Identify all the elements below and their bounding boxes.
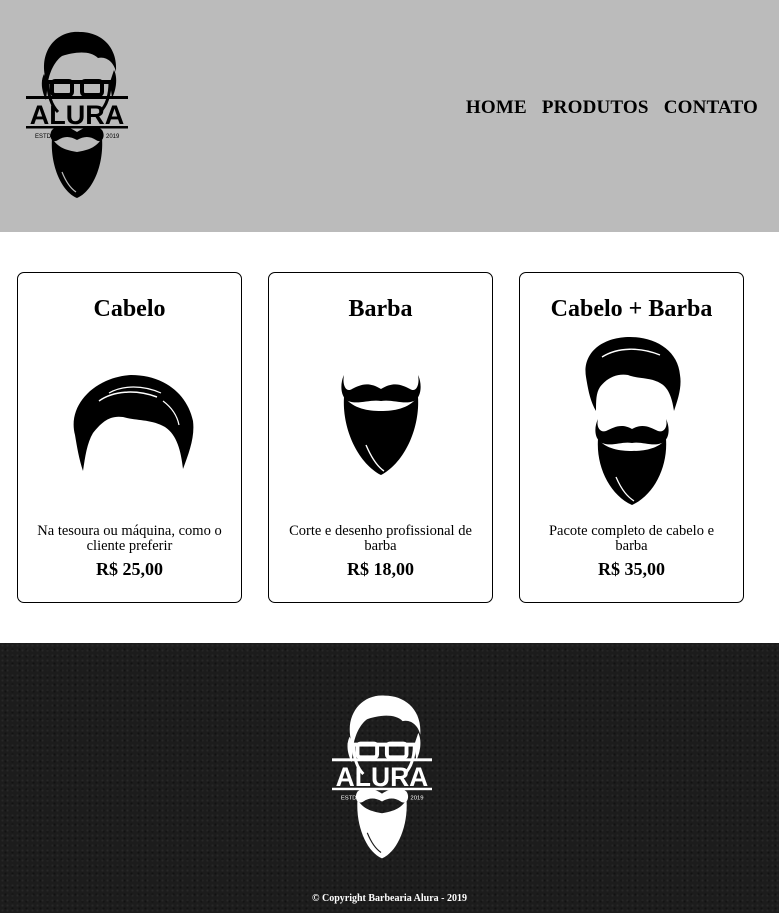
beard-icon <box>269 367 492 477</box>
svg-text:ESTD: ESTD <box>341 796 357 802</box>
svg-text:2019: 2019 <box>106 134 120 140</box>
product-price: R$ 25,00 <box>96 559 163 579</box>
nav-contato-link[interactable]: CONTATO <box>664 98 758 118</box>
product-description: Na tesoura ou máquina, como o cliente pr… <box>37 523 222 554</box>
hair-and-beard-icon <box>520 335 743 507</box>
svg-text:ESTD: ESTD <box>35 134 52 140</box>
main-nav: HOME PRODUTOS CONTATO <box>466 98 758 118</box>
svg-text:2019: 2019 <box>410 796 423 802</box>
site-header: ALURA ESTD 2019 HOME PRODUTOS CONTATO <box>0 0 779 232</box>
product-description: Corte e desenho profissional de barba <box>289 523 472 554</box>
product-price: R$ 35,00 <box>598 559 665 579</box>
alura-logo[interactable]: ALURA ESTD 2019 <box>26 26 128 200</box>
product-card-barba: Barba Corte e desenho profissional de ba… <box>268 272 493 603</box>
product-title: Barba <box>348 296 413 322</box>
copyright-text: © Copyright Barbearia Alura - 2019 <box>312 893 467 904</box>
nav-produtos-link[interactable]: PRODUTOS <box>542 98 649 118</box>
svg-text:ALURA: ALURA <box>30 100 125 130</box>
nav-home-link[interactable]: HOME <box>466 98 527 118</box>
product-card-cabelo: Cabelo Na tesoura ou máquina, como o cli… <box>17 272 242 603</box>
product-price: R$ 18,00 <box>347 559 414 579</box>
product-title: Cabelo + Barba <box>550 296 713 322</box>
hair-icon <box>18 371 241 471</box>
svg-text:ALURA: ALURA <box>336 762 429 792</box>
product-title: Cabelo <box>93 296 166 322</box>
site-footer: ALURA ESTD 2019 © Copyright Barbearia Al… <box>0 643 779 913</box>
products-section: Cabelo Na tesoura ou máquina, como o cli… <box>0 232 779 643</box>
product-description: Pacote completo de cabelo e barba <box>548 523 715 554</box>
alura-logo-footer: ALURA ESTD 2019 <box>332 695 432 859</box>
product-card-cabelo-barba: Cabelo + Barba Pacote completo de cabelo… <box>519 272 744 603</box>
